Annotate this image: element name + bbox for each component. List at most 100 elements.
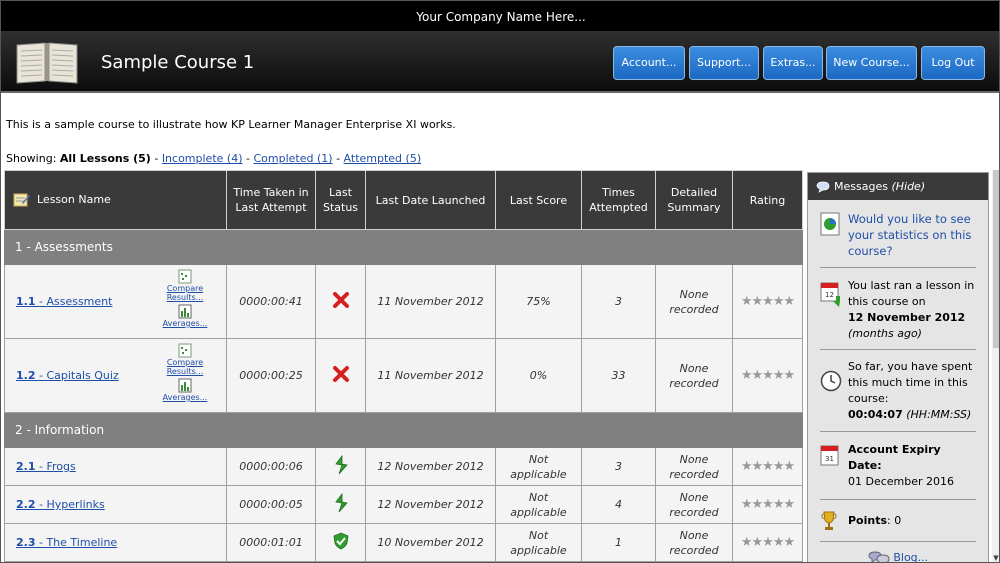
filter-attempted-link[interactable]: Attempted (5) <box>344 152 422 165</box>
message-statistics: Would you like to see your statistics on… <box>820 200 976 268</box>
table-row: 1.2 - Capitals Quiz Compare Results... A… <box>4 338 803 413</box>
lesson-link[interactable]: 1.2 - Capitals Quiz <box>16 369 119 382</box>
time-taken-cell: 0000:00:06 <box>226 447 316 486</box>
summary-cell: None recorded <box>655 485 733 524</box>
logout-button[interactable]: Log Out <box>921 46 985 80</box>
rating-stars[interactable]: ★★★★★ <box>741 459 795 474</box>
lesson-link[interactable]: 2.3 - The Timeline <box>16 536 117 549</box>
expiry-message: Account Expiry Date: 01 December 2016 <box>848 442 976 490</box>
last-date-cell: 12 November 2012 <box>365 485 496 524</box>
compare-results-link[interactable]: Compare Results... <box>148 358 222 376</box>
rating-cell: ★★★★★ <box>732 485 803 524</box>
last-date-cell: 11 November 2012 <box>365 338 496 413</box>
last-score-cell: Not applicable <box>495 523 582 562</box>
expiry-date: 01 December 2016 <box>848 475 955 488</box>
page-scrollbar[interactable]: ▼ <box>992 170 999 562</box>
messages-title: Messages <box>834 180 888 193</box>
times-attempted-cell: 3 <box>581 264 656 339</box>
course-description: This is a sample course to illustrate ho… <box>6 118 456 131</box>
scrollbar-thumb[interactable] <box>993 170 999 348</box>
lesson-link[interactable]: 2.2 - Hyperlinks <box>16 498 105 511</box>
table-row: 1.1 - Assessment Compare Results... Aver… <box>4 264 803 339</box>
last-score-cell: Not applicable <box>495 485 582 524</box>
rating-stars[interactable]: ★★★★★ <box>741 535 795 550</box>
company-name: Your Company Name Here... <box>416 10 586 24</box>
rating-stars[interactable]: ★★★★★ <box>741 294 795 309</box>
compare-results-icon[interactable] <box>178 343 192 358</box>
averages-chart-icon[interactable] <box>178 304 192 319</box>
blog-bubbles-icon <box>868 551 890 562</box>
time-spent-value: 00:04:07 <box>848 408 903 421</box>
compare-results-icon[interactable] <box>178 269 192 284</box>
speech-bubble-icon <box>816 181 830 193</box>
summary-cell: None recorded <box>655 523 733 562</box>
new-course-button[interactable]: New Course... <box>826 46 917 80</box>
last-date-cell: 12 November 2012 <box>365 447 496 486</box>
filter-all-lessons: All Lessons (5) <box>59 152 151 165</box>
section-row: 2 - Information <box>4 412 803 448</box>
section-title: 2 - Information <box>4 412 803 448</box>
col-lesson-name-label: Lesson Name <box>37 193 111 206</box>
col-lesson-name: Lesson Name <box>4 170 227 230</box>
compare-results-link[interactable]: Compare Results... <box>148 284 222 302</box>
last-date-cell: 11 November 2012 <box>365 264 496 339</box>
lessons-table: Lesson Name Time Taken in Last Attempt L… <box>4 170 803 562</box>
messages-header: Messages (Hide) <box>808 173 988 200</box>
col-rating: Rating <box>732 170 803 230</box>
status-cell <box>315 485 366 524</box>
message-expiry: 31 Account Expiry Date: 01 December 2016 <box>820 432 976 500</box>
table-row: 2.3 - The Timeline 0000:01:01 10 Novembe… <box>4 523 803 562</box>
filter-prefix: Showing: <box>6 152 57 165</box>
summary-cell: None recorded <box>655 447 733 486</box>
filter-completed-link[interactable]: Completed (1) <box>253 152 332 165</box>
times-attempted-cell: 1 <box>581 523 656 562</box>
lesson-tools: Compare Results... Averages... <box>148 269 222 328</box>
account-button[interactable]: Account... <box>613 46 685 80</box>
time-spent-unit: (HH:MM:SS) <box>906 408 972 421</box>
blog-row: Blog... <box>808 542 988 562</box>
statistics-chart-icon <box>820 212 840 236</box>
course-title: Sample Course 1 <box>101 52 255 73</box>
points-label: Points <box>848 514 888 527</box>
lesson-name-cell: 1.1 - Assessment Compare Results... Aver… <box>4 264 227 339</box>
last-ran-message: You last ran a lesson in this course on … <box>848 279 975 340</box>
time-taken-cell: 0000:00:25 <box>226 338 316 413</box>
col-last-score: Last Score <box>495 170 582 230</box>
blog-link[interactable]: Blog... <box>893 551 928 562</box>
lesson-link[interactable]: 2.1 - Frogs <box>16 460 76 473</box>
rating-stars[interactable]: ★★★★★ <box>741 368 795 383</box>
incomplete-status-icon <box>334 492 348 513</box>
extras-button[interactable]: Extras... <box>763 46 823 80</box>
status-cell <box>315 338 366 413</box>
times-attempted-cell: 33 <box>581 338 656 413</box>
summary-cell: None recorded <box>655 264 733 339</box>
messages-hide-link[interactable]: (Hide) <box>891 180 925 193</box>
scroll-down-arrow-icon[interactable]: ▼ <box>992 554 999 562</box>
filter-incomplete-link[interactable]: Incomplete (4) <box>162 152 243 165</box>
calendar-icon: 31 <box>820 445 839 466</box>
times-attempted-cell: 4 <box>581 485 656 524</box>
statistics-link[interactable]: Would you like to see your statistics on… <box>848 211 976 259</box>
last-ran-ago: (months ago) <box>848 327 922 340</box>
rating-stars[interactable]: ★★★★★ <box>741 497 795 512</box>
lesson-name-cell: 2.2 - Hyperlinks <box>4 485 227 524</box>
course-header: Sample Course 1 Account... Support... Ex… <box>1 31 999 93</box>
averages-link[interactable]: Averages... <box>148 319 222 328</box>
lesson-link[interactable]: 1.1 - Assessment <box>16 295 112 308</box>
last-score-cell: 0% <box>495 338 582 413</box>
rating-cell: ★★★★★ <box>732 447 803 486</box>
table-row: 2.1 - Frogs 0000:00:06 12 November 2012 … <box>4 447 803 486</box>
app-window: Your Company Name Here... Sample Course … <box>0 0 1000 563</box>
company-banner: Your Company Name Here... <box>1 1 999 31</box>
lesson-name-cell: 2.3 - The Timeline <box>4 523 227 562</box>
averages-link[interactable]: Averages... <box>148 393 222 402</box>
time-taken-cell: 0000:00:41 <box>226 264 316 339</box>
support-button[interactable]: Support... <box>689 46 759 80</box>
averages-chart-icon[interactable] <box>178 378 192 393</box>
rating-cell: ★★★★★ <box>732 338 803 413</box>
message-last-ran: 12 You last ran a lesson in this course … <box>820 268 976 350</box>
section-row: 1 - Assessments <box>4 229 803 265</box>
rating-cell: ★★★★★ <box>732 523 803 562</box>
points-value: : 0 <box>887 514 902 527</box>
lesson-name-cell: 1.2 - Capitals Quiz Compare Results... A… <box>4 338 227 413</box>
